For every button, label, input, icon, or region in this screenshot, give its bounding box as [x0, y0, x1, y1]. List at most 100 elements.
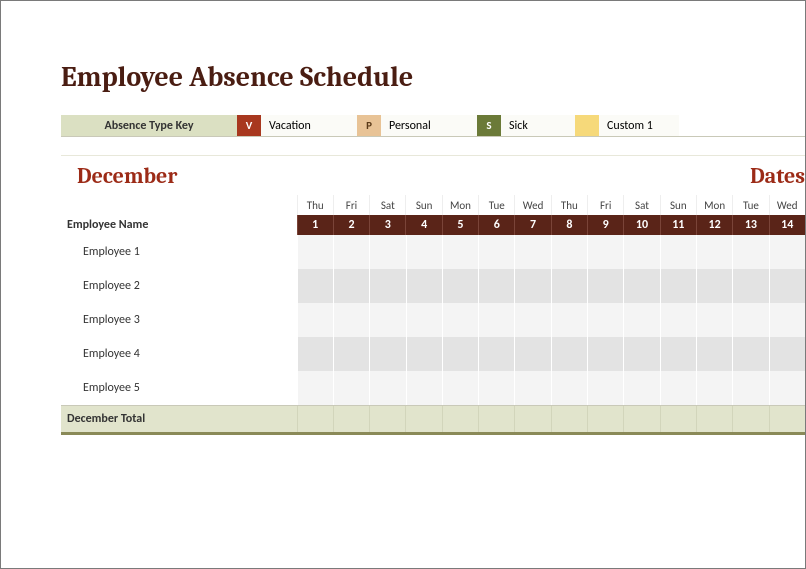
month-header-row: December Dates: [61, 155, 805, 195]
absence-cell[interactable]: [660, 371, 696, 405]
absence-cell[interactable]: [514, 269, 550, 303]
content-area: Employee Absence Schedule Absence Type K…: [61, 61, 805, 548]
absence-cell[interactable]: [369, 303, 405, 337]
absence-cell[interactable]: [623, 337, 659, 371]
absence-cell[interactable]: [587, 303, 623, 337]
absence-cell[interactable]: [478, 303, 514, 337]
dow-cell: Thu: [297, 195, 333, 215]
absence-cell[interactable]: [297, 269, 333, 303]
total-cell: [369, 406, 405, 432]
employee-row: Employee 3: [61, 303, 805, 337]
absence-cell[interactable]: [514, 303, 550, 337]
absence-cell[interactable]: [406, 303, 442, 337]
swatch-custom1: [575, 115, 599, 136]
employee-row: Employee 4: [61, 337, 805, 371]
absence-cell[interactable]: [696, 269, 732, 303]
absence-cell[interactable]: [297, 303, 333, 337]
absence-cell[interactable]: [623, 303, 659, 337]
absence-cell[interactable]: [406, 371, 442, 405]
absence-cell[interactable]: [514, 337, 550, 371]
absence-cell[interactable]: [333, 371, 369, 405]
absence-cell[interactable]: [769, 337, 805, 371]
absence-cell[interactable]: [369, 235, 405, 269]
employee-name: Employee 2: [61, 269, 297, 303]
swatch-vacation: V: [237, 115, 261, 136]
absence-cell[interactable]: [623, 371, 659, 405]
absence-cell[interactable]: [551, 337, 587, 371]
key-text-custom1: Custom 1: [599, 115, 679, 136]
absence-cell[interactable]: [369, 337, 405, 371]
dow-cell: Fri: [587, 195, 623, 215]
absence-cell[interactable]: [514, 371, 550, 405]
absence-cell[interactable]: [696, 337, 732, 371]
absence-cell[interactable]: [442, 269, 478, 303]
absence-cell[interactable]: [514, 235, 550, 269]
absence-cell[interactable]: [696, 303, 732, 337]
day-number: 8: [551, 215, 587, 235]
dow-cell: Wed: [514, 195, 550, 215]
dow-cell: Sat: [623, 195, 659, 215]
absence-cell[interactable]: [769, 235, 805, 269]
absence-cell[interactable]: [442, 235, 478, 269]
dow-cell: Sun: [660, 195, 696, 215]
absence-cell[interactable]: [660, 269, 696, 303]
total-cell: [551, 406, 587, 432]
absence-cell[interactable]: [660, 337, 696, 371]
absence-cell[interactable]: [623, 235, 659, 269]
absence-cell[interactable]: [732, 303, 768, 337]
key-text-personal: Personal: [381, 115, 477, 136]
absence-cell[interactable]: [660, 235, 696, 269]
day-number: 5: [442, 215, 478, 235]
dow-cell: Sun: [405, 195, 441, 215]
absence-cell[interactable]: [587, 269, 623, 303]
day-number: 3: [369, 215, 405, 235]
absence-cell[interactable]: [587, 371, 623, 405]
absence-cell[interactable]: [732, 371, 768, 405]
absence-cell[interactable]: [587, 337, 623, 371]
absence-cell[interactable]: [696, 235, 732, 269]
month-label: December: [61, 163, 297, 195]
absence-cell[interactable]: [551, 371, 587, 405]
absence-cell[interactable]: [406, 235, 442, 269]
absence-cell[interactable]: [369, 269, 405, 303]
absence-cell[interactable]: [406, 337, 442, 371]
absence-cell[interactable]: [587, 235, 623, 269]
absence-cell[interactable]: [478, 269, 514, 303]
absence-cell[interactable]: [297, 337, 333, 371]
day-number: 7: [514, 215, 550, 235]
day-of-week-row: Thu Fri Sat Sun Mon Tue Wed Thu Fri Sat …: [61, 195, 805, 215]
absence-cell[interactable]: [442, 303, 478, 337]
employee-name-header: Employee Name: [61, 215, 297, 235]
absence-cell[interactable]: [696, 371, 732, 405]
absence-cell[interactable]: [732, 235, 768, 269]
absence-cell[interactable]: [478, 371, 514, 405]
absence-cell[interactable]: [769, 303, 805, 337]
absence-cell[interactable]: [551, 235, 587, 269]
absence-cell[interactable]: [732, 337, 768, 371]
absence-cell[interactable]: [732, 269, 768, 303]
absence-cell[interactable]: [551, 303, 587, 337]
dates-header: Dates: [297, 163, 805, 195]
absence-cell[interactable]: [551, 269, 587, 303]
absence-cell[interactable]: [297, 235, 333, 269]
swatch-sick: S: [477, 115, 501, 136]
absence-cell[interactable]: [333, 337, 369, 371]
employee-name: Employee 5: [61, 371, 297, 405]
absence-cell[interactable]: [478, 337, 514, 371]
absence-cell[interactable]: [333, 269, 369, 303]
total-cell: [660, 406, 696, 432]
page-title: Employee Absence Schedule: [61, 61, 805, 93]
absence-cell[interactable]: [769, 269, 805, 303]
absence-cell[interactable]: [623, 269, 659, 303]
absence-cell[interactable]: [769, 371, 805, 405]
absence-cell[interactable]: [333, 303, 369, 337]
absence-cell[interactable]: [406, 269, 442, 303]
absence-cell[interactable]: [369, 371, 405, 405]
schedule-table: December Dates Thu Fri Sat Sun Mon Tue W…: [61, 155, 805, 435]
absence-cell[interactable]: [297, 371, 333, 405]
absence-cell[interactable]: [442, 371, 478, 405]
absence-cell[interactable]: [333, 235, 369, 269]
absence-cell[interactable]: [442, 337, 478, 371]
absence-cell[interactable]: [660, 303, 696, 337]
absence-cell[interactable]: [478, 235, 514, 269]
